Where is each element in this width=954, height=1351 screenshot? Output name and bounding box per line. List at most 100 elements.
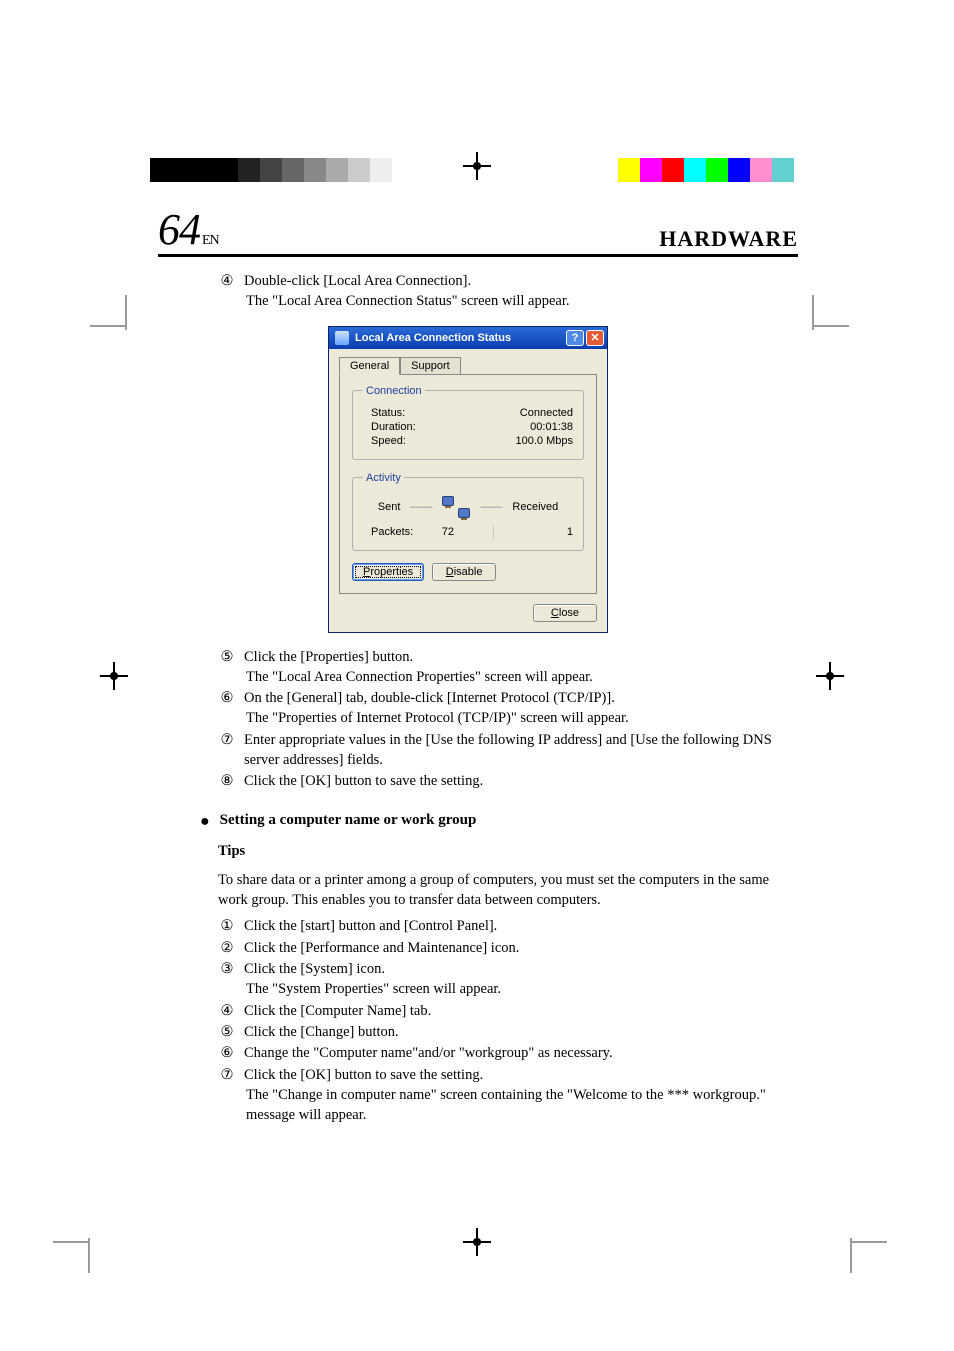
crosshair-bottom-icon — [463, 1228, 491, 1256]
activity-legend: Activity — [363, 472, 404, 484]
cmyk-swatch — [728, 158, 750, 182]
step-text: Click the [start] button and [Control Pa… — [244, 916, 798, 936]
cmyk-swatch — [750, 158, 772, 182]
activity-group: Activity Sent —— —— Received Packets: 72 — [352, 472, 584, 551]
crosshair-left-icon — [100, 662, 128, 690]
dash-right-icon: —— — [480, 501, 502, 513]
disable-button[interactable]: Disable — [432, 563, 496, 581]
step-line: ⑦Click the [OK] button to save the setti… — [218, 1065, 798, 1085]
dash-left-icon: —— — [410, 501, 432, 513]
step-continuation: The "Local Area Connection Properties" s… — [246, 667, 798, 687]
step-text: Click the [System] icon. — [244, 959, 798, 979]
grayscale-swatch — [238, 158, 260, 182]
cmyk-swatch — [684, 158, 706, 182]
step-text: Change the "Computer name"and/or "workgr… — [244, 1043, 798, 1063]
cmyk-swatch — [640, 158, 662, 182]
mid-step-list: ⑤Click the [Properties] button.The "Loca… — [158, 647, 798, 792]
connection-row-value: Connected — [520, 407, 573, 419]
step-continuation: The "System Properties" screen will appe… — [246, 979, 798, 999]
step-line: ⑧ Click the [OK] button to save the setti… — [218, 771, 798, 791]
step-line: ④ Click the [Computer Name] tab. — [218, 1001, 798, 1021]
step-text: Click the [Computer Name] tab. — [244, 1001, 798, 1021]
properties-button[interactable]: Properties — [352, 563, 424, 581]
grayscale-swatch — [304, 158, 326, 182]
dialog-titlebar[interactable]: Local Area Connection Status ? ✕ — [329, 327, 607, 349]
grayscale-swatches — [150, 158, 392, 182]
bullet-heading: ● Setting a computer name or work group — [200, 812, 798, 831]
page-number: 64 — [158, 205, 200, 254]
packets-sent-value: 72 — [413, 526, 482, 540]
step-text: Click the [OK] button to save the settin… — [244, 1065, 798, 1085]
step-number: ⑧ — [218, 771, 236, 791]
trim-mark-bottom-right — [804, 1195, 852, 1243]
step-number: ⑥ — [218, 688, 236, 708]
step-line: ⑤Click the [Change] button. — [218, 1022, 798, 1042]
grayscale-swatch — [370, 158, 392, 182]
network-icon — [335, 331, 349, 345]
grayscale-swatch — [326, 158, 348, 182]
step-line: ①Click the [start] button and [Control P… — [218, 916, 798, 936]
grayscale-swatch — [348, 158, 370, 182]
tab-general[interactable]: General — [339, 357, 400, 375]
activity-separator — [493, 526, 494, 540]
dialog-tabs: General Support — [339, 357, 597, 375]
connection-row-value: 100.0 Mbps — [516, 435, 573, 447]
step-number: ④ — [218, 1001, 236, 1021]
bottom-step-list: ①Click the [start] button and [Control P… — [158, 916, 798, 1125]
step-number: ② — [218, 938, 236, 958]
help-button[interactable]: ? — [566, 330, 584, 346]
grayscale-swatch — [194, 158, 216, 182]
tab-support[interactable]: Support — [400, 357, 461, 375]
step-text: Double-click [Local Area Connection]. — [244, 271, 798, 291]
tips-label: Tips — [218, 843, 798, 860]
grayscale-swatch — [282, 158, 304, 182]
close-button-label-rest: lose — [559, 607, 579, 619]
grayscale-swatch — [260, 158, 282, 182]
packets-label: Packets: — [371, 526, 413, 540]
page-content: 64EN HARDWARE ④Double-click [Local Area … — [158, 208, 798, 1125]
connection-row-label: Speed: — [363, 435, 406, 447]
step-continuation: The "Properties of Internet Protocol (TC… — [246, 708, 798, 728]
step-number: ③ — [218, 959, 236, 979]
sent-label: Sent — [378, 501, 401, 513]
lan-status-dialog: Local Area Connection Status ? ✕ General… — [328, 326, 608, 633]
step-line: ④Double-click [Local Area Connection]. — [218, 271, 798, 291]
step-line: ② Click the [Performance and Maintenance]… — [218, 938, 798, 958]
step-line: ③ Click the [System] icon. — [218, 959, 798, 979]
bullet-heading-text: Setting a computer name or work group — [220, 812, 477, 831]
dialog-title: Local Area Connection Status — [355, 332, 566, 344]
connection-row-label: Status: — [363, 407, 405, 419]
close-dialog-button[interactable]: Close — [533, 604, 597, 622]
close-button[interactable]: ✕ — [586, 330, 604, 346]
step-text: Click the [Performance and Maintenance] … — [244, 938, 798, 958]
connection-row: Speed: 100.0 Mbps — [363, 435, 573, 447]
step-text: Click the [Change] button. — [244, 1022, 798, 1042]
connection-row-label: Duration: — [363, 421, 416, 433]
cmyk-swatch — [706, 158, 728, 182]
step-line: ⑦Enter appropriate values in the [Use th… — [218, 730, 798, 771]
grayscale-swatch — [172, 158, 194, 182]
cmyk-swatch — [772, 158, 794, 182]
cmyk-swatch — [662, 158, 684, 182]
connection-group: Connection Status:ConnectedDuration:00:0… — [352, 385, 584, 460]
crosshair-right-icon — [816, 662, 844, 690]
page-header: 64EN HARDWARE — [158, 208, 798, 257]
general-tab-panel: Connection Status:ConnectedDuration:00:0… — [339, 374, 597, 594]
step-number: ⑤ — [218, 647, 236, 667]
connection-row: Status: Connected — [363, 407, 573, 419]
properties-button-label-rest: roperties — [370, 566, 413, 578]
section-title: HARDWARE — [659, 226, 798, 252]
grayscale-swatch — [150, 158, 172, 182]
tips-paragraph: To share data or a printer among a group… — [218, 870, 798, 911]
step-line: ⑥ Change the "Computer name"and/or "workg… — [218, 1043, 798, 1063]
cmyk-swatch — [618, 158, 640, 182]
step-text: Click the [OK] button to save the settin… — [244, 771, 798, 791]
bullet-dot-icon: ● — [200, 812, 210, 831]
connection-row: Duration: 00:01:38 — [363, 421, 573, 433]
crosshair-top-icon — [463, 152, 491, 180]
page-lang-suffix: EN — [202, 233, 219, 248]
step-text: Enter appropriate values in the [Use the… — [244, 730, 798, 771]
step-number: ⑥ — [218, 1043, 236, 1063]
cmyk-swatches — [618, 158, 794, 182]
connection-row-value: 00:01:38 — [530, 421, 573, 433]
